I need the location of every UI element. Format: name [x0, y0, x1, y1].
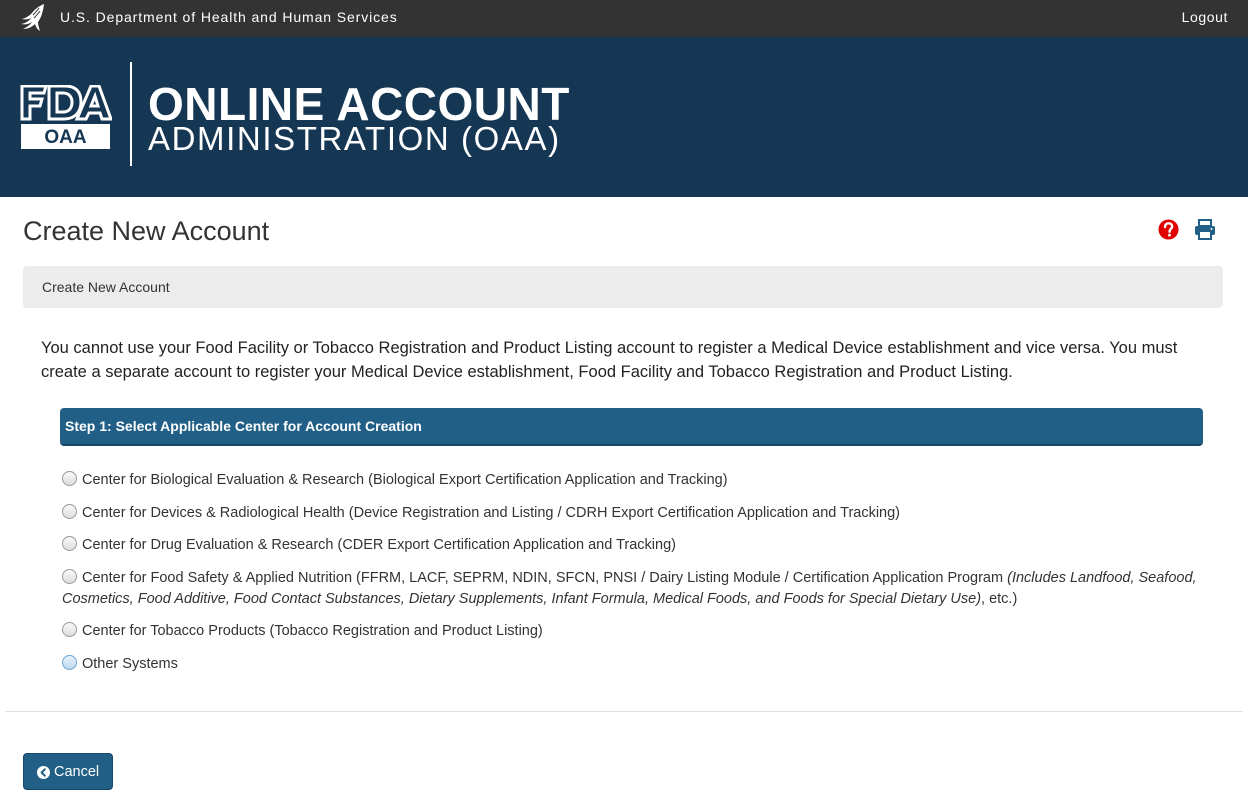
option-cdrh[interactable]: Center for Devices & Radiological Health… — [62, 503, 1212, 524]
logout-link[interactable]: Logout — [1182, 9, 1228, 25]
option-cfsan-label: Center for Food Safety & Applied Nutriti… — [82, 570, 1008, 586]
option-cfsan-suffix: , etc.) — [981, 591, 1018, 607]
hhs-agency-label: U.S. Department of Health and Human Serv… — [60, 9, 398, 25]
cancel-button[interactable]: Cancel — [23, 753, 113, 790]
question-circle-icon[interactable] — [1158, 219, 1179, 240]
account-notice: You cannot use your Food Facility or Tob… — [41, 339, 1178, 381]
option-cdrh-label: Center for Devices & Radiological Health… — [82, 505, 901, 521]
oaa-banner: OAA ONLINE ACCOUNT ADMINISTRATION (OAA) — [0, 37, 1248, 197]
option-cder[interactable]: Center for Drug Evaluation & Research (C… — [62, 535, 1212, 556]
chevron-circle-left-icon — [37, 766, 50, 779]
banner-divider — [130, 62, 132, 166]
step1-header: Step 1: Select Applicable Center for Acc… — [60, 408, 1203, 446]
cancel-button-label: Cancel — [54, 764, 100, 780]
option-cber-label: Center for Biological Evaluation & Resea… — [82, 472, 728, 488]
option-cfsan[interactable]: Center for Food Safety & Applied Nutriti… — [62, 568, 1212, 610]
option-cder-label: Center for Drug Evaluation & Research (C… — [82, 537, 676, 553]
banner-title-line2: ADMINISTRATION (OAA) — [148, 120, 561, 157]
breadcrumb-current: Create New Account — [42, 279, 170, 295]
hhs-eagle-logo-icon — [21, 4, 44, 31]
page-title: Create New Account — [23, 216, 270, 246]
radio-ctp[interactable] — [62, 622, 77, 637]
print-icon[interactable] — [1194, 219, 1216, 240]
option-other-systems-label: Other Systems — [82, 656, 178, 672]
option-ctp[interactable]: Center for Tobacco Products (Tobacco Reg… — [62, 621, 1212, 642]
section-divider — [5, 711, 1243, 712]
breadcrumb: Create New Account — [23, 266, 1223, 308]
radio-cber[interactable] — [62, 471, 77, 486]
option-ctp-label: Center for Tobacco Products (Tobacco Reg… — [82, 623, 543, 639]
option-cber[interactable]: Center for Biological Evaluation & Resea… — [62, 470, 1212, 491]
radio-cdrh[interactable] — [62, 504, 77, 519]
fda-oaa-logo: OAA — [20, 85, 112, 149]
hhs-topbar: U.S. Department of Health and Human Serv… — [0, 0, 1248, 37]
step1-header-label: Step 1: Select Applicable Center for Acc… — [65, 418, 422, 434]
radio-cfsan[interactable] — [62, 569, 77, 584]
oaa-logo-text: OAA — [44, 127, 87, 148]
radio-cder[interactable] — [62, 536, 77, 551]
radio-other-systems[interactable] — [62, 655, 77, 670]
option-other-systems[interactable]: Other Systems — [62, 654, 1212, 675]
